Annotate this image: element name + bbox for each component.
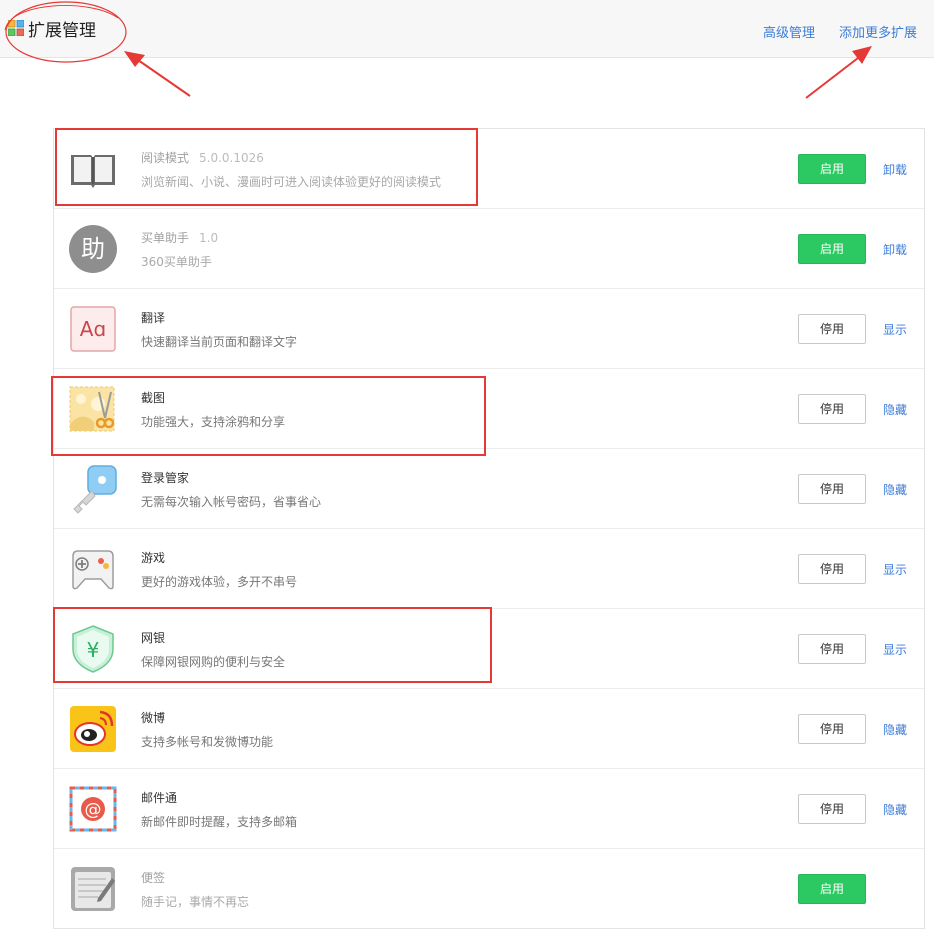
enable-button[interactable]: 启用 [798, 874, 866, 904]
translate-icon: Aɑ [70, 306, 116, 352]
extension-description: 快速翻译当前页面和翻译文字 [141, 335, 298, 349]
show-link[interactable]: 显示 [883, 641, 907, 658]
show-link[interactable]: 显示 [883, 561, 907, 578]
extension-name: 游戏 [141, 551, 166, 565]
helper-icon: 助 [69, 225, 117, 273]
scissors-icon [69, 386, 115, 432]
extension-row-screenshot: 截图 功能强大，支持涂鸦和分享 停用 隐藏 [54, 369, 924, 449]
extension-name: 登录管家 [141, 471, 190, 485]
extension-row-login-manager: 登录管家 无需每次输入帐号密码，省事省心 停用 隐藏 [54, 449, 924, 529]
extension-description: 浏览新闻、小说、漫画时可进入阅读体验更好的阅读模式 [141, 175, 442, 189]
disable-button[interactable]: 停用 [798, 314, 866, 344]
svg-text:@: @ [85, 800, 102, 820]
extension-list: 阅读模式 5.0.0.1026 浏览新闻、小说、漫画时可进入阅读体验更好的阅读模式… [53, 128, 925, 929]
svg-text:Aɑ: Aɑ [80, 317, 106, 341]
extension-name: 买单助手 1.0 [141, 231, 219, 245]
extension-row-weibo: 微博 支持多帐号和发微博功能 停用 隐藏 [54, 689, 924, 769]
extension-row-games: 游戏 更好的游戏体验，多开不串号 停用 显示 [54, 529, 924, 609]
advanced-manage-link[interactable]: 高级管理 [763, 22, 815, 41]
hide-link[interactable]: 隐藏 [883, 721, 907, 738]
extension-version: 5.0.0.1026 [199, 151, 264, 165]
hide-link[interactable]: 隐藏 [883, 481, 907, 498]
book-icon [71, 155, 115, 188]
svg-text:助: 助 [81, 235, 105, 263]
extension-description: 新邮件即时提醒，支持多邮箱 [141, 815, 298, 829]
add-more-extensions-link[interactable]: 添加更多扩展 [839, 22, 917, 41]
extension-row-reading-mode: 阅读模式 5.0.0.1026 浏览新闻、小说、漫画时可进入阅读体验更好的阅读模式… [54, 129, 924, 209]
hide-link[interactable]: 隐藏 [883, 401, 907, 418]
extension-row-checkout-helper: 助 买单助手 1.0 360买单助手 启用 卸载 [54, 209, 924, 289]
enable-button[interactable]: 启用 [798, 234, 866, 264]
disable-button[interactable]: 停用 [798, 634, 866, 664]
extension-row-notes: 便签 随手记，事情不再忘 启用 [54, 849, 924, 929]
extension-name: 翻译 [141, 311, 166, 325]
disable-button[interactable]: 停用 [798, 714, 866, 744]
extension-description: 更好的游戏体验，多开不串号 [141, 575, 298, 589]
extension-name: 网银 [141, 631, 166, 645]
extension-version: 1.0 [199, 231, 219, 245]
top-bar: 扩展管理 高级管理 添加更多扩展 [0, 0, 934, 58]
extensions-logo-icon [8, 20, 24, 36]
extension-row-translate: Aɑ 翻译 快速翻译当前页面和翻译文字 停用 显示 [54, 289, 924, 369]
notepad-icon [71, 867, 115, 911]
key-icon [73, 465, 117, 514]
uninstall-link[interactable]: 卸载 [883, 161, 907, 178]
shield-yuan-icon: ¥ [72, 625, 114, 673]
annotation-arrow-right [805, 57, 859, 99]
extension-row-mail: @ 邮件通 新邮件即时提醒，支持多邮箱 停用 隐藏 [54, 769, 924, 849]
annotation-arrow-left [137, 59, 191, 97]
extension-description: 保障网银网购的便利与安全 [141, 655, 286, 669]
uninstall-link[interactable]: 卸载 [883, 241, 907, 258]
extension-description: 无需每次输入帐号密码，省事省心 [141, 495, 322, 509]
show-link[interactable]: 显示 [883, 321, 907, 338]
svg-text:¥: ¥ [87, 638, 100, 662]
disable-button[interactable]: 停用 [798, 474, 866, 504]
extension-description: 360买单助手 [141, 255, 212, 269]
page-title: 扩展管理 [28, 21, 96, 41]
gamepad-icon [72, 550, 114, 590]
extension-name: 截图 [141, 391, 166, 405]
extension-row-online-banking: ¥ 网银 保障网银网购的便利与安全 停用 显示 [54, 609, 924, 689]
extension-description: 支持多帐号和发微博功能 [141, 735, 274, 749]
extension-name: 邮件通 [141, 791, 178, 805]
extension-description: 随手记，事情不再忘 [141, 895, 250, 909]
mail-at-icon: @ [69, 786, 117, 832]
disable-button[interactable]: 停用 [798, 394, 866, 424]
extension-name: 阅读模式 5.0.0.1026 [141, 151, 264, 165]
extension-description: 功能强大，支持涂鸦和分享 [141, 415, 286, 429]
disable-button[interactable]: 停用 [798, 554, 866, 584]
weibo-icon [70, 706, 116, 752]
disable-button[interactable]: 停用 [798, 794, 866, 824]
enable-button[interactable]: 启用 [798, 154, 866, 184]
hide-link[interactable]: 隐藏 [883, 801, 907, 818]
extension-name: 微博 [141, 711, 166, 725]
extension-name: 便签 [141, 871, 166, 885]
